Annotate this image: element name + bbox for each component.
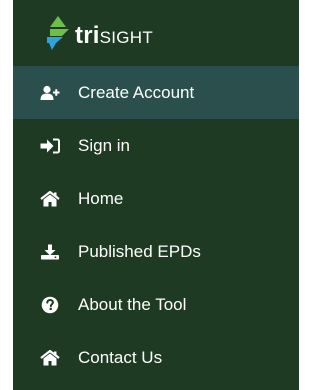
question-circle-icon [40, 295, 60, 315]
nav-label-home: Home [78, 188, 124, 208]
nav-item-contact-us[interactable]: Contact Us [13, 331, 299, 384]
nav-label-published-epds: Published EPDs [78, 241, 201, 261]
nav-label-sign-in: Sign in [78, 135, 130, 155]
nav-label-contact-us: Contact Us [78, 347, 163, 367]
home-icon [40, 348, 60, 368]
brand-header[interactable]: triSIGHT [13, 0, 299, 66]
nav-item-about-the-tool[interactable]: About the Tool [13, 278, 299, 331]
sign-in-icon [40, 136, 60, 156]
brand-name-part2: SIGHT [99, 28, 154, 47]
nav-item-sign-in[interactable]: Sign in [13, 119, 299, 172]
nav-item-home[interactable]: Home [13, 172, 299, 225]
sidebar: triSIGHT Create Account Sign in Home Pub… [13, 0, 299, 390]
nav-item-published-epds[interactable]: Published EPDs [13, 225, 299, 278]
nav-label-about-the-tool: About the Tool [78, 294, 187, 314]
home-icon [40, 189, 60, 209]
download-icon [40, 242, 60, 262]
nav-label-create-account: Create Account [78, 82, 195, 102]
brand-name-part1: tri [75, 22, 100, 49]
nav-item-create-account[interactable]: Create Account [13, 66, 299, 119]
nav-menu: Create Account Sign in Home Published EP… [13, 66, 299, 384]
brand-name: triSIGHT [75, 22, 153, 52]
user-plus-icon [40, 83, 60, 103]
trisight-logo-icon [47, 16, 69, 50]
